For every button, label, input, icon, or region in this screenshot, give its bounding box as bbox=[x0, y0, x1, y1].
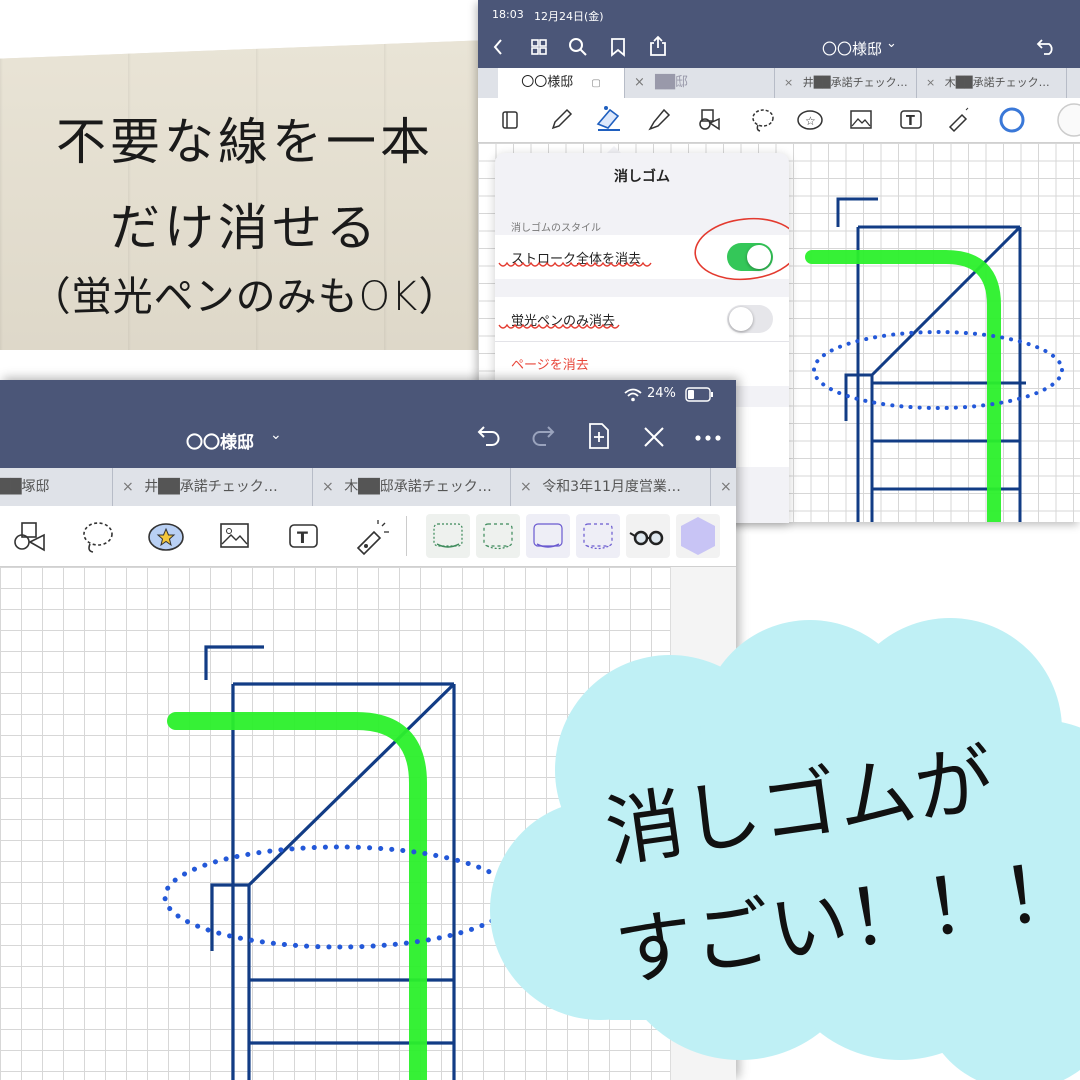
svg-text:T: T bbox=[297, 528, 308, 547]
tab-item[interactable]: ██塚邸 bbox=[0, 468, 113, 506]
share-icon[interactable] bbox=[648, 35, 668, 57]
color-picker-icon[interactable] bbox=[998, 106, 1026, 134]
favorite-tool-2[interactable] bbox=[476, 514, 520, 558]
favorite-pen-purple-icon bbox=[533, 523, 563, 548]
sticker-icon[interactable]: ☆ bbox=[796, 107, 824, 133]
headline-line-2: だけ消せる bbox=[110, 199, 380, 257]
close-icon[interactable]: × bbox=[520, 479, 532, 495]
tab-active[interactable]: 〇〇様邸 ▢ bbox=[498, 68, 625, 98]
headline-paper: 不要な線を一本 だけ消せる （蛍光ペンのみもOK） bbox=[0, 40, 490, 350]
chevron-left-icon[interactable] bbox=[492, 38, 504, 56]
toolbar-divider bbox=[406, 516, 407, 556]
favorite-pen-green-icon bbox=[433, 523, 463, 548]
tab-label: 木██邸承諾チェック… bbox=[344, 479, 492, 495]
search-icon[interactable] bbox=[568, 37, 588, 57]
svg-text:☆: ☆ bbox=[805, 114, 816, 128]
wifi-icon bbox=[624, 388, 642, 402]
close-icon[interactable]: × bbox=[634, 75, 645, 90]
close-icon[interactable]: × bbox=[122, 479, 134, 495]
redo-icon[interactable] bbox=[530, 425, 556, 447]
undo-icon[interactable] bbox=[1036, 38, 1058, 56]
back-title[interactable]: 〇〇様邸 bbox=[822, 38, 882, 59]
image-icon[interactable] bbox=[218, 521, 252, 553]
front-title[interactable]: 〇〇様邸 bbox=[186, 428, 254, 453]
tab-label: ██邸 bbox=[655, 75, 689, 90]
tab-window-icon: ▢ bbox=[591, 78, 601, 89]
back-toolbar: ☆ T bbox=[478, 98, 1080, 143]
cloud-callout: 消しゴムが すごい！！！ bbox=[490, 618, 1080, 1080]
favorite-pen-purple-dashed-icon bbox=[583, 523, 613, 550]
add-page-icon[interactable] bbox=[586, 422, 612, 450]
tab-item[interactable]: × 木██邸承諾チェック… bbox=[312, 468, 511, 506]
tab-label: 井██承諾チェック… bbox=[144, 479, 278, 495]
image-icon[interactable] bbox=[848, 108, 874, 132]
tab-label: 井██承諾チェック… bbox=[802, 76, 908, 89]
eraser-icon[interactable] bbox=[592, 104, 624, 134]
shapes-icon[interactable] bbox=[696, 107, 722, 133]
tab-label: ██塚邸 bbox=[0, 479, 50, 495]
tab-label: 木██承諾チェック… bbox=[944, 76, 1050, 89]
tab-label: 〇〇様邸 bbox=[521, 75, 574, 90]
back-navbar: 18:03 12月24日(金) 〇〇様邸 ⌄ bbox=[478, 0, 1080, 68]
text-tool-icon[interactable]: T bbox=[898, 108, 924, 132]
favorite-glasses-sticker-icon bbox=[629, 530, 664, 546]
close-icon[interactable]: × bbox=[322, 479, 334, 495]
page-panel-icon[interactable] bbox=[500, 109, 520, 131]
favorite-tool-4[interactable] bbox=[576, 514, 620, 558]
more-icon[interactable] bbox=[694, 434, 722, 442]
tab-label: 令和3年11月度営業… bbox=[542, 479, 681, 495]
favorite-tool-3[interactable] bbox=[526, 514, 570, 558]
favorite-tool-1[interactable] bbox=[426, 514, 470, 558]
status-date: 12月24日(金) bbox=[534, 10, 604, 23]
red-annotations bbox=[498, 217, 789, 329]
front-tab-bar: ██塚邸 × 井██承諾チェック… × 木██邸承諾チェック… × 令和3年11… bbox=[0, 468, 736, 506]
highlighter-icon[interactable] bbox=[646, 107, 672, 133]
headline-line-3: （蛍光ペンのみもOK） bbox=[30, 274, 460, 320]
tab-item[interactable]: × 木██承諾チェック… bbox=[916, 68, 1067, 98]
close-edit-icon[interactable] bbox=[641, 424, 667, 450]
headline-line-1: 不要な線を一本 bbox=[56, 113, 434, 171]
battery-percent: 24% bbox=[647, 386, 676, 401]
favorite-tool-6[interactable] bbox=[676, 514, 720, 558]
tab-item[interactable]: × bbox=[710, 468, 736, 506]
battery-icon bbox=[685, 387, 713, 402]
pen-icon[interactable] bbox=[548, 107, 574, 133]
front-toolbar: T bbox=[0, 506, 736, 567]
stroke-width-icon[interactable] bbox=[1056, 102, 1080, 138]
undo-icon[interactable] bbox=[476, 425, 502, 447]
close-icon[interactable]: × bbox=[720, 479, 732, 495]
tab-item[interactable]: × 井██承諾チェック… bbox=[112, 468, 313, 506]
back-tab-bar: 〇〇様邸 ▢ × ██邸 × 井██承諾チェック… × 木██承諾チェック… bbox=[478, 68, 1080, 98]
lasso-icon[interactable] bbox=[750, 107, 776, 133]
tab-item[interactable]: × 井██承諾チェック… bbox=[774, 68, 917, 98]
close-icon[interactable]: × bbox=[784, 76, 793, 89]
sticker-icon[interactable] bbox=[146, 520, 186, 554]
clear-page-button[interactable]: ページを消去 bbox=[511, 354, 589, 373]
favorite-tool-5[interactable] bbox=[626, 514, 670, 558]
tab-item[interactable]: × 令和3年11月度営業… bbox=[510, 468, 711, 506]
close-icon[interactable]: × bbox=[926, 76, 935, 89]
svg-text:T: T bbox=[906, 114, 915, 129]
laser-pointer-icon[interactable] bbox=[352, 518, 392, 556]
grid-icon[interactable] bbox=[530, 38, 548, 56]
chevron-down-icon[interactable]: ⌄ bbox=[886, 36, 897, 51]
status-time: 18:03 bbox=[492, 8, 524, 21]
shapes-icon[interactable] bbox=[12, 520, 48, 554]
tab-item[interactable]: × ██邸 bbox=[624, 68, 775, 98]
lasso-icon[interactable] bbox=[80, 520, 116, 554]
laser-pointer-icon[interactable] bbox=[946, 107, 972, 133]
bookmark-icon[interactable] bbox=[610, 37, 626, 57]
favorite-hexagon-shape-icon bbox=[681, 517, 715, 555]
chevron-down-icon[interactable]: ⌄ bbox=[270, 427, 282, 443]
text-tool-icon[interactable]: T bbox=[286, 521, 322, 553]
favorite-pen-green-dashed-icon bbox=[483, 523, 513, 550]
front-navbar: 24% 〇〇様邸 ⌄ bbox=[0, 380, 736, 468]
